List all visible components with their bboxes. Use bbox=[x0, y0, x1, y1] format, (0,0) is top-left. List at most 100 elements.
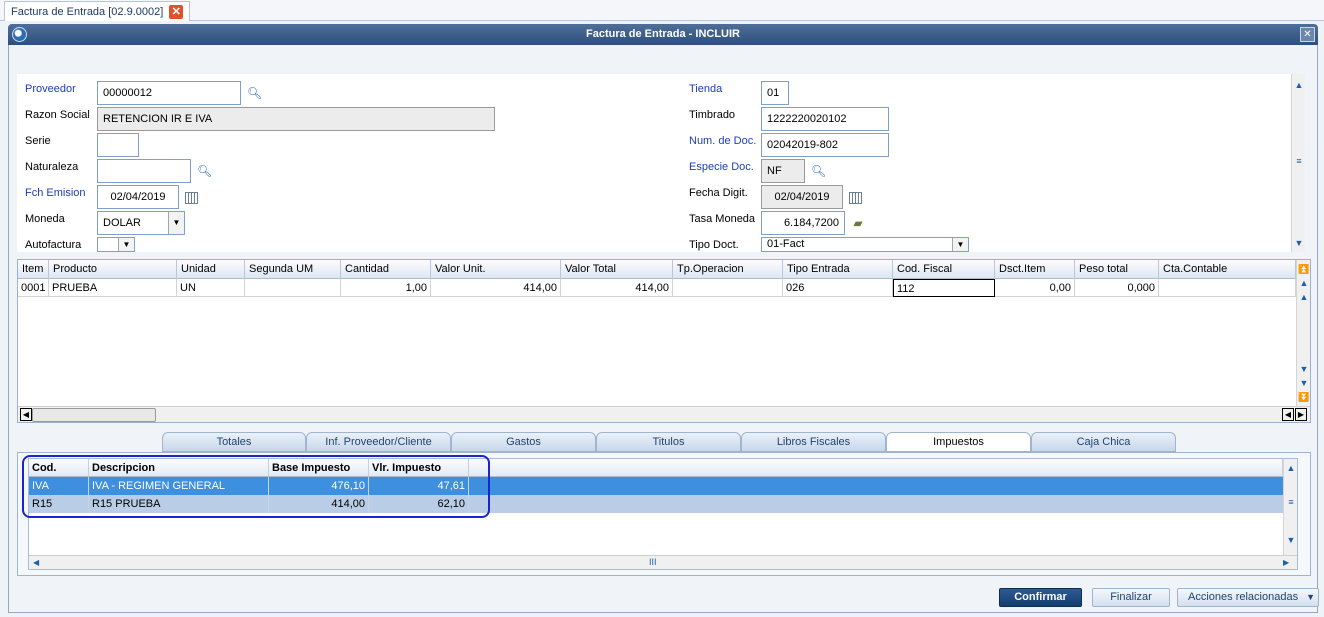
tab-impuestos[interactable]: Impuestos bbox=[886, 432, 1031, 452]
label-razon-social: Razon Social bbox=[25, 109, 90, 121]
window-titlebar: Factura de Entrada - INCLUIR ✕ bbox=[8, 24, 1318, 45]
table-cell[interactable]: 026 bbox=[783, 279, 893, 297]
naturaleza-field[interactable] bbox=[97, 159, 191, 183]
column-header[interactable]: Valor Total bbox=[561, 260, 673, 279]
scroll-down-icon[interactable]: ▼ bbox=[1284, 533, 1298, 547]
tab-inf-proveedor-cliente[interactable]: Inf. Proveedor/Cliente bbox=[306, 432, 451, 452]
search-icon[interactable]: 🔍︎ bbox=[811, 164, 826, 178]
scroll-up-icon[interactable]: ▲ bbox=[1297, 290, 1311, 304]
scroll-grip-icon[interactable]: ≡ bbox=[1292, 154, 1306, 168]
header-form: Proveedor 00000012 🔍︎ Razon Social RETEN… bbox=[17, 74, 1305, 252]
tab-libros-fiscales[interactable]: Libros Fiscales bbox=[741, 432, 886, 452]
label-especie-doc: Especie Doc. bbox=[689, 161, 754, 173]
scroll-thumb[interactable] bbox=[32, 408, 156, 422]
items-grid-hscrollbar[interactable]: ◀ ◀ ▶ bbox=[18, 406, 1310, 422]
money-icon[interactable]: ▰ bbox=[851, 216, 865, 230]
tax-grid-hscrollbar[interactable]: ◀ III ▶ bbox=[29, 555, 1297, 569]
column-header[interactable]: Valor Unit. bbox=[431, 260, 561, 279]
scroll-left-icon[interactable]: ◀ bbox=[20, 408, 32, 421]
form-scrollbar[interactable]: ▲ ≡ ▼ bbox=[1291, 74, 1305, 252]
column-header[interactable]: Tp.Operacion bbox=[673, 260, 783, 279]
table-cell[interactable]: 414,00 bbox=[561, 279, 673, 297]
label-tipo-doct: Tipo Doct. bbox=[689, 239, 739, 251]
fch-emision-field[interactable]: 02/04/2019 bbox=[97, 185, 179, 209]
tab-titulos[interactable]: Titulos bbox=[596, 432, 741, 452]
scroll-down-icon[interactable]: ▼ bbox=[1292, 236, 1306, 250]
label-proveedor: Proveedor bbox=[25, 83, 76, 95]
table-cell[interactable]: PRUEBA bbox=[49, 279, 177, 297]
label-num-doc: Num. de Doc. bbox=[689, 135, 757, 147]
autofactura-select[interactable]: ▼ bbox=[97, 237, 135, 252]
search-icon[interactable]: 🔍︎ bbox=[197, 164, 212, 178]
scroll-right-icon[interactable]: ▶ bbox=[1295, 408, 1307, 421]
tab-gastos[interactable]: Gastos bbox=[451, 432, 596, 452]
scroll-down-icon[interactable]: ▼ bbox=[1297, 362, 1311, 376]
column-header[interactable]: Peso total bbox=[1075, 260, 1159, 279]
highlight-annotation bbox=[22, 455, 490, 518]
column-header[interactable]: Cod. Fiscal bbox=[893, 260, 995, 279]
acciones-relacionadas-button[interactable]: Acciones relacionadas ▼ bbox=[1177, 588, 1319, 607]
column-header[interactable]: Unidad bbox=[177, 260, 245, 279]
window-close-icon[interactable]: ✕ bbox=[1300, 27, 1315, 42]
table-cell[interactable]: 0,000 bbox=[1075, 279, 1159, 297]
tienda-field[interactable]: 01 bbox=[761, 81, 789, 105]
table-cell[interactable]: 1,00 bbox=[341, 279, 431, 297]
table-cell-focused[interactable]: 112 bbox=[893, 279, 995, 297]
table-cell[interactable]: 414,00 bbox=[431, 279, 561, 297]
column-header[interactable]: Segunda UM bbox=[245, 260, 341, 279]
tipo-doct-value: 01-Fact bbox=[767, 238, 805, 250]
scroll-grip-icon[interactable]: ≡ bbox=[1284, 495, 1298, 509]
chevron-down-icon[interactable]: ▼ bbox=[1306, 589, 1315, 606]
confirmar-button[interactable]: Confirmar bbox=[999, 588, 1082, 607]
calendar-icon[interactable] bbox=[185, 192, 198, 204]
items-grid-header: Item Producto Unidad Segunda UM Cantidad… bbox=[18, 260, 1296, 279]
scroll-page-up-icon[interactable]: ▲ bbox=[1297, 276, 1311, 290]
timbrado-field[interactable]: 1222220020102 bbox=[761, 107, 889, 131]
table-cell[interactable]: 0001 bbox=[18, 279, 49, 297]
tasa-moneda-field[interactable]: 6.184,7200 bbox=[761, 211, 845, 235]
finalizar-button[interactable]: Finalizar bbox=[1092, 588, 1170, 607]
tab-totales[interactable]: Totales bbox=[162, 432, 306, 452]
tab-caja-chica[interactable]: Caja Chica bbox=[1031, 432, 1176, 452]
scroll-bottom-icon[interactable]: ⏬ bbox=[1297, 390, 1311, 404]
search-icon[interactable]: 🔍︎ bbox=[247, 86, 262, 100]
moneda-select[interactable]: DOLAR ▼ bbox=[97, 211, 185, 235]
impuestos-panel: Cod. Descripcion Base Impuesto Vlr. Impu… bbox=[17, 452, 1311, 576]
column-header[interactable]: Cta.Contable bbox=[1159, 260, 1296, 279]
chevron-down-icon[interactable]: ▼ bbox=[168, 212, 184, 234]
scroll-left-icon[interactable]: ◀ bbox=[1282, 408, 1294, 421]
num-doc-field[interactable]: 02042019-802 bbox=[761, 133, 889, 157]
document-tab[interactable]: Factura de Entrada [02.9.0002] ✕ bbox=[4, 1, 191, 21]
table-cell[interactable] bbox=[245, 279, 341, 297]
column-header-filler bbox=[469, 459, 1283, 477]
column-header[interactable]: Tipo Entrada bbox=[783, 260, 893, 279]
table-cell[interactable] bbox=[673, 279, 783, 297]
label-fecha-digit: Fecha Digit. bbox=[689, 187, 748, 199]
table-cell[interactable]: UN bbox=[177, 279, 245, 297]
tipo-doct-select[interactable]: 01-Fact ▼ bbox=[761, 237, 969, 252]
proveedor-field[interactable]: 00000012 bbox=[97, 81, 241, 105]
close-icon[interactable]: ✕ bbox=[169, 4, 184, 19]
scroll-grip-icon[interactable]: III bbox=[649, 556, 657, 569]
fecha-digit-field: 02/04/2019 bbox=[761, 185, 843, 209]
scroll-right-icon[interactable]: ▶ bbox=[1283, 556, 1289, 569]
window-title: Factura de Entrada - INCLUIR bbox=[585, 28, 741, 40]
column-header[interactable]: Item bbox=[18, 260, 49, 279]
table-cell[interactable] bbox=[1159, 279, 1296, 297]
scroll-up-icon[interactable]: ▲ bbox=[1284, 461, 1298, 475]
scroll-page-down-icon[interactable]: ▼ bbox=[1297, 376, 1311, 390]
column-header[interactable]: Producto bbox=[49, 260, 177, 279]
especie-doc-field[interactable]: NF bbox=[761, 159, 805, 183]
chevron-down-icon[interactable]: ▼ bbox=[952, 238, 968, 251]
column-header[interactable]: Cantidad bbox=[341, 260, 431, 279]
chevron-down-icon[interactable]: ▼ bbox=[118, 238, 134, 251]
table-cell[interactable]: 0,00 bbox=[995, 279, 1075, 297]
items-grid-scrollbar[interactable]: ⏫ ▲ ▲ ▼ ▼ ⏬ bbox=[1296, 260, 1310, 406]
column-header[interactable]: Dsct.Item bbox=[995, 260, 1075, 279]
serie-field[interactable] bbox=[97, 133, 139, 157]
tax-grid-scrollbar[interactable]: ▲ ≡ ▼ bbox=[1283, 459, 1297, 555]
scroll-up-icon[interactable]: ▲ bbox=[1292, 78, 1306, 92]
calendar-icon[interactable] bbox=[849, 192, 862, 204]
scroll-top-icon[interactable]: ⏫ bbox=[1297, 262, 1311, 276]
scroll-left-icon[interactable]: ◀ bbox=[33, 556, 39, 569]
